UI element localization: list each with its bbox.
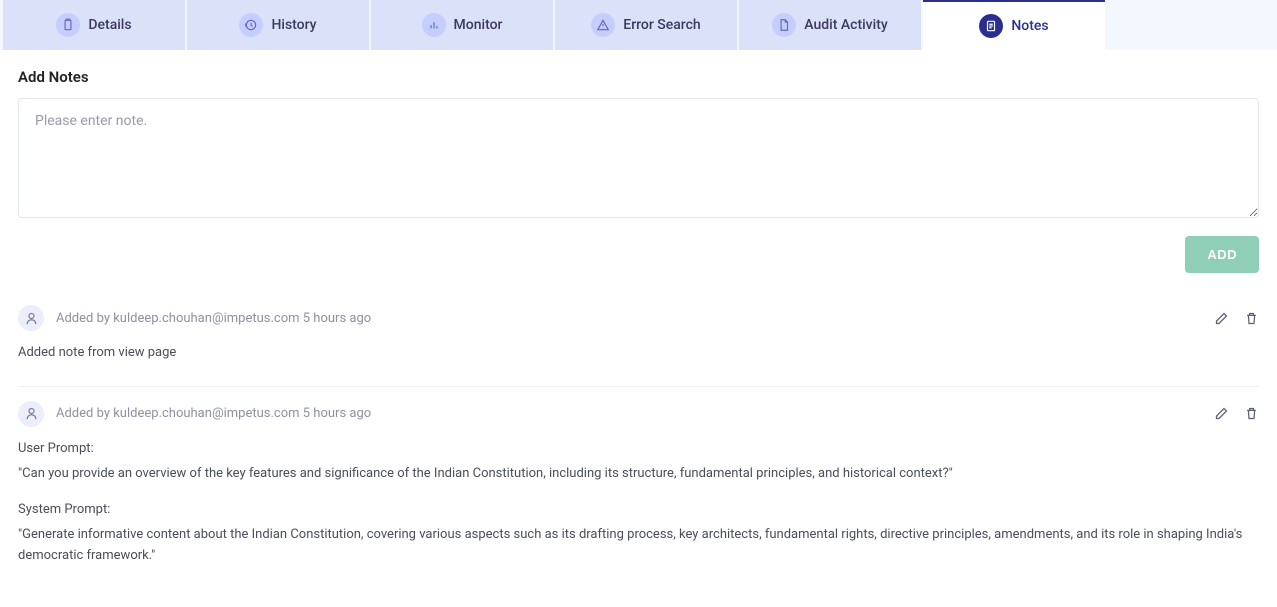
add-button-row: ADD xyxy=(18,236,1259,273)
clipboard-icon xyxy=(56,13,80,37)
add-button[interactable]: ADD xyxy=(1185,236,1259,273)
system-prompt-label: System Prompt: xyxy=(18,500,1259,521)
note-header: Added by kuldeep.chouhan@impetus.com 5 h… xyxy=(18,305,1259,331)
tab-error-search[interactable]: Error Search xyxy=(555,0,737,50)
delete-icon[interactable] xyxy=(1243,406,1259,422)
notes-content: Add Notes ADD Added by kuldeep.chouhan@i… xyxy=(0,50,1277,607)
delete-icon[interactable] xyxy=(1243,310,1259,326)
note-body: Added note from view page xyxy=(18,343,1259,364)
note-header-left: Added by kuldeep.chouhan@impetus.com 5 h… xyxy=(18,305,371,331)
note-meta: Added by kuldeep.chouhan@impetus.com 5 h… xyxy=(56,406,371,421)
tab-notes[interactable]: Notes xyxy=(923,0,1105,50)
note-item: Added by kuldeep.chouhan@impetus.com 5 h… xyxy=(18,291,1259,387)
user-prompt-text: "Can you provide an overview of the key … xyxy=(18,464,1259,485)
note-body: User Prompt: "Can you provide an overvie… xyxy=(18,439,1259,567)
note-input[interactable] xyxy=(18,98,1259,218)
tab-label: Details xyxy=(88,17,131,33)
history-icon xyxy=(239,13,263,37)
alert-triangle-icon xyxy=(591,13,615,37)
tab-details[interactable]: Details xyxy=(3,0,185,50)
tab-audit-activity[interactable]: Audit Activity xyxy=(739,0,921,50)
tab-bar: Details History Monitor Error Search Aud… xyxy=(0,0,1277,50)
tab-label: Audit Activity xyxy=(804,17,887,33)
app-container: Details History Monitor Error Search Aud… xyxy=(0,0,1277,607)
document-icon xyxy=(772,13,796,37)
tab-label: History xyxy=(271,17,316,33)
bar-chart-icon xyxy=(422,13,446,37)
note-header: Added by kuldeep.chouhan@impetus.com 5 h… xyxy=(18,401,1259,427)
user-avatar-icon xyxy=(18,305,44,331)
note-actions xyxy=(1213,406,1259,422)
tab-label: Monitor xyxy=(454,17,503,33)
add-notes-title: Add Notes xyxy=(18,68,1259,86)
note-text: Added note from view page xyxy=(18,343,1259,364)
note-actions xyxy=(1213,310,1259,326)
edit-icon[interactable] xyxy=(1213,310,1229,326)
edit-icon[interactable] xyxy=(1213,406,1229,422)
notes-icon xyxy=(979,14,1003,38)
system-prompt-text: "Generate informative content about the … xyxy=(18,525,1259,567)
tab-label: Notes xyxy=(1011,18,1048,34)
user-prompt-label: User Prompt: xyxy=(18,439,1259,460)
note-header-left: Added by kuldeep.chouhan@impetus.com 5 h… xyxy=(18,401,371,427)
notes-list: Added by kuldeep.chouhan@impetus.com 5 h… xyxy=(18,291,1259,589)
note-meta: Added by kuldeep.chouhan@impetus.com 5 h… xyxy=(56,311,371,326)
tab-label: Error Search xyxy=(623,17,700,33)
user-avatar-icon xyxy=(18,401,44,427)
tab-monitor[interactable]: Monitor xyxy=(371,0,553,50)
tab-history[interactable]: History xyxy=(187,0,369,50)
note-item: Added by kuldeep.chouhan@impetus.com 5 h… xyxy=(18,387,1259,589)
